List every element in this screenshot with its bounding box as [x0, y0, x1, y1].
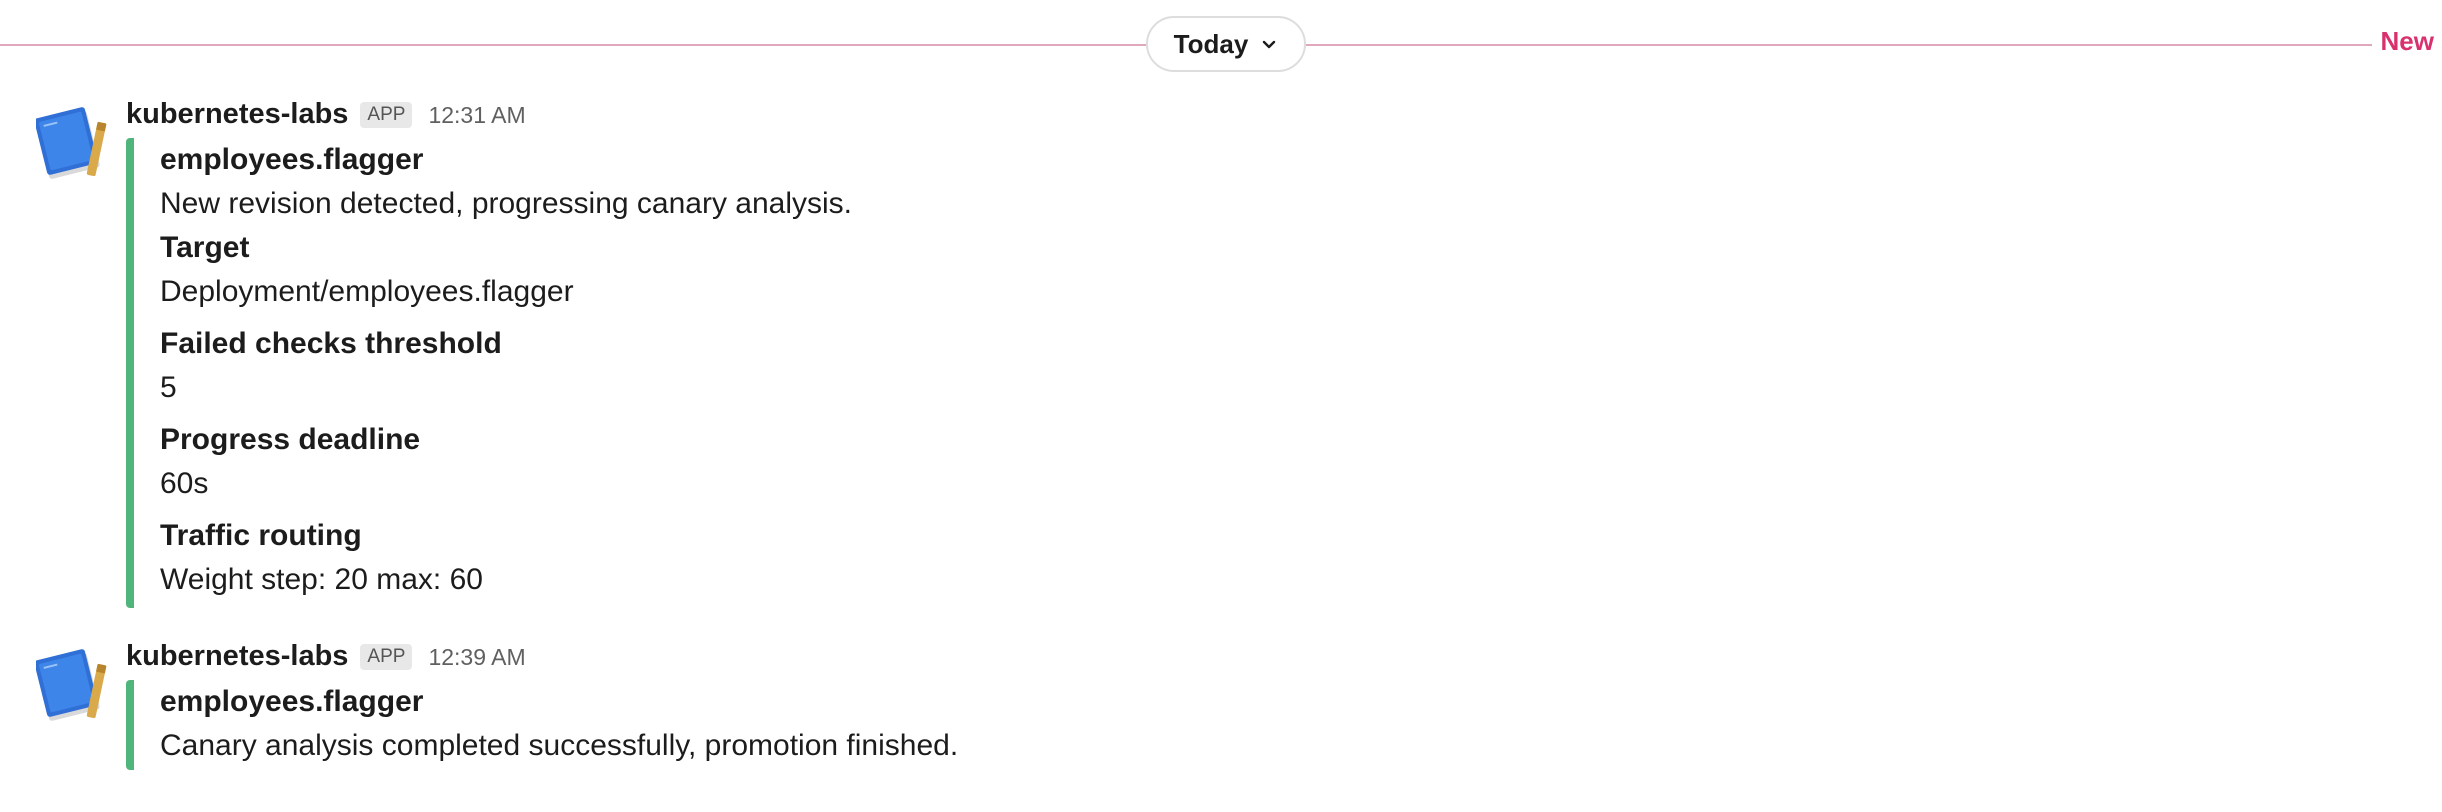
message-header: kubernetes-labs APP 12:31 AM [126, 98, 526, 131]
sender-name[interactable]: kubernetes-labs [126, 98, 348, 131]
message-attachment: employees.flagger New revision detected,… [126, 138, 1326, 608]
field-value: Deployment/employees.flagger [160, 275, 574, 308]
attachment-field: Traffic routing Weight step: 20 max: 60 [160, 514, 1326, 602]
message: kubernetes-labs APP 12:39 AM employees.f… [0, 640, 2442, 770]
message-timestamp[interactable]: 12:39 AM [428, 644, 525, 671]
attachment-title: employees.flagger [160, 143, 424, 176]
day-divider: Today New [0, 0, 2442, 90]
app-badge: APP [360, 102, 413, 128]
attachment-field: Target Deployment/employees.flagger [160, 226, 1326, 314]
attachment-field: Failed checks threshold 5 [160, 322, 1326, 410]
date-label: Today [1173, 28, 1249, 59]
chevron-down-icon [1263, 40, 1276, 49]
field-value: 60s [160, 467, 209, 500]
field-title: Traffic routing [160, 519, 362, 552]
blue-book-avatar-icon[interactable] [36, 104, 112, 180]
app-badge: APP [360, 644, 413, 670]
field-title: Progress deadline [160, 423, 421, 456]
date-jump-button[interactable]: Today [1146, 16, 1306, 72]
attachment-field: Progress deadline 60s [160, 418, 1326, 506]
blue-book-avatar-icon[interactable] [36, 646, 112, 722]
field-title: Target [160, 231, 250, 264]
field-value: Weight step: 20 max: 60 [160, 563, 483, 596]
attachment-text: Canary analysis completed successfully, … [160, 729, 959, 762]
message-pane: Today New kubernetes-labs APP 12:31 AM e… [0, 0, 2442, 812]
new-messages-label: New [2374, 26, 2434, 57]
attachment-title: employees.flagger [160, 685, 424, 718]
message: kubernetes-labs APP 12:31 AM employees.f… [0, 98, 2442, 618]
field-value: 5 [160, 371, 177, 404]
message-timestamp[interactable]: 12:31 AM [428, 102, 525, 129]
attachment-text: New revision detected, progressing canar… [160, 187, 853, 220]
message-header: kubernetes-labs APP 12:39 AM [126, 640, 526, 673]
message-attachment: employees.flagger Canary analysis comple… [126, 680, 1326, 770]
field-title: Failed checks threshold [160, 327, 502, 360]
sender-name[interactable]: kubernetes-labs [126, 640, 348, 673]
